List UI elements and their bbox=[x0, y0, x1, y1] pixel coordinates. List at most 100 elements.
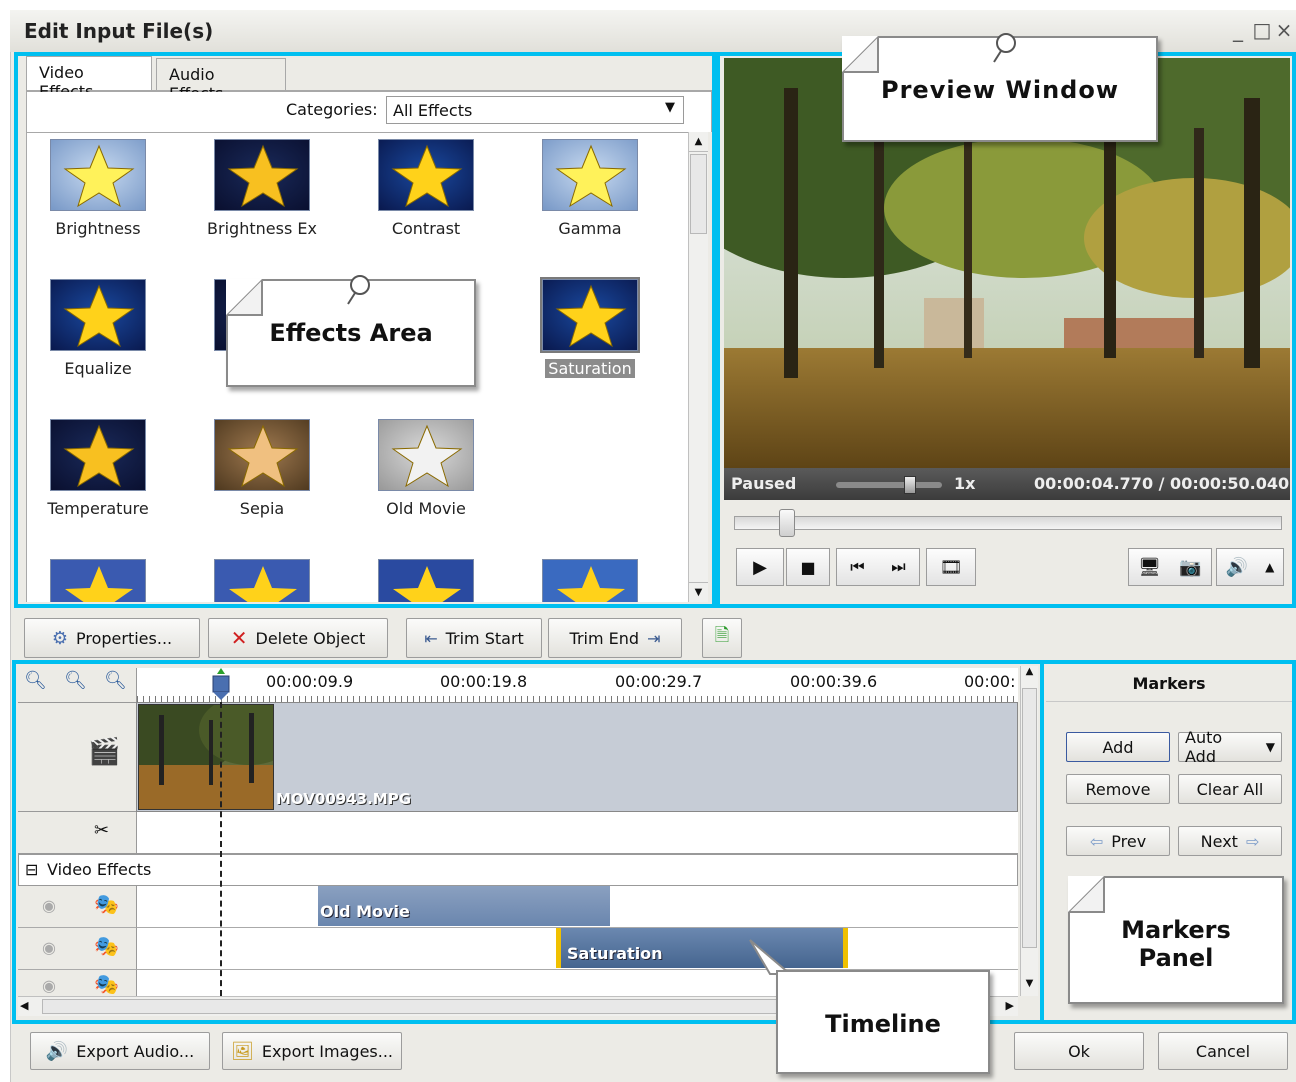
camera-snapshot-icon[interactable]: 📷 bbox=[1179, 557, 1201, 578]
speaker-icon: 🔊 bbox=[1225, 556, 1248, 578]
tab-audio-effects[interactable]: Audio Effects bbox=[156, 58, 286, 103]
split-clip-button[interactable]: 🎞 bbox=[926, 548, 976, 586]
export-images-button[interactable]: 🖼 Export Images... bbox=[222, 1032, 402, 1070]
effect-item[interactable]: Saturation bbox=[523, 277, 657, 378]
scroll-up-icon[interactable]: ▲ bbox=[1021, 666, 1038, 684]
scroll-thumb[interactable] bbox=[690, 154, 707, 234]
delete-object-button[interactable]: ✕ Delete Object bbox=[208, 618, 388, 658]
effect-thumbnail[interactable] bbox=[542, 559, 638, 602]
next-frame-icon[interactable]: ⏭ bbox=[891, 557, 905, 577]
eye-icon[interactable]: ◉ bbox=[42, 938, 56, 957]
effect-label-text: Contrast bbox=[391, 219, 461, 238]
scroll-left-icon[interactable]: ◀ bbox=[20, 999, 28, 1012]
audio-track-lane[interactable] bbox=[136, 812, 1018, 854]
export-audio-icon: 🔊 bbox=[45, 1040, 69, 1062]
scroll-down-icon[interactable]: ▼ bbox=[689, 582, 708, 602]
scroll-up-icon[interactable]: ▲ bbox=[689, 132, 708, 152]
auto-add-label: Auto Add bbox=[1185, 728, 1223, 766]
playhead-marker[interactable] bbox=[208, 666, 234, 702]
old-movie-effect-clip[interactable]: Old Movie bbox=[318, 886, 610, 926]
callout-folded-corner bbox=[226, 279, 263, 316]
saturation-effect-clip[interactable]: Saturation bbox=[556, 928, 848, 968]
effect-thumbnail[interactable] bbox=[378, 559, 474, 602]
minimize-button[interactable]: _ bbox=[1228, 18, 1248, 42]
effect-item[interactable]: Gamma bbox=[523, 139, 657, 238]
stop-icon: ■ bbox=[800, 557, 816, 577]
zoom-in-icon[interactable]: 🔍︎ bbox=[24, 670, 47, 691]
play-icon: ▶ bbox=[753, 556, 767, 578]
video-track-header: 🎬 bbox=[18, 702, 136, 812]
arrow-right-icon: ⇨ bbox=[1245, 831, 1260, 851]
pin-icon bbox=[993, 33, 1016, 63]
collapse-icon[interactable]: ⊟ bbox=[25, 860, 38, 879]
eye-icon[interactable]: ◉ bbox=[42, 896, 56, 915]
prev-marker-button[interactable]: ⇦ Prev bbox=[1066, 826, 1170, 856]
next-label: Next bbox=[1200, 831, 1238, 851]
effect-item[interactable]: Contrast bbox=[359, 139, 493, 238]
effect-thumbnail bbox=[540, 277, 640, 353]
effect-item[interactable]: Brightness bbox=[31, 139, 165, 238]
film-split-icon: 🎞 bbox=[939, 556, 963, 578]
seek-bar[interactable] bbox=[734, 509, 1282, 537]
seek-thumb[interactable] bbox=[779, 509, 796, 537]
effect-item[interactable]: Old Movie bbox=[359, 419, 493, 518]
clear-all-markers-button[interactable]: Clear All bbox=[1178, 774, 1282, 804]
trim-end-button[interactable]: Trim End ⇥ bbox=[548, 618, 682, 658]
volume-control[interactable]: 🔊 ▲ bbox=[1216, 548, 1284, 586]
categories-dropdown[interactable]: All Effects ▼ bbox=[386, 96, 684, 124]
effect-item[interactable]: Sepia bbox=[195, 419, 329, 518]
markers-callout-line2: Panel bbox=[1138, 944, 1214, 972]
time-readout: 00:00:04.770 / 00:00:50.040 bbox=[1034, 474, 1290, 493]
effect-icon: 🎭 bbox=[94, 892, 119, 916]
trim-end-label: Trim End bbox=[569, 628, 640, 648]
effects-scrollbar[interactable]: ▲ ▼ bbox=[688, 132, 708, 602]
video-effects-group-row[interactable]: ⊟ Video Effects bbox=[18, 854, 1018, 886]
tab-video-effects[interactable]: Video Effects bbox=[26, 56, 152, 101]
timeline-vertical-scrollbar[interactable]: ▲ ▼ bbox=[1020, 666, 1038, 996]
next-marker-button[interactable]: Next ⇨ bbox=[1178, 826, 1282, 856]
effect-label-text: Equalize bbox=[64, 359, 132, 378]
trim-end-icon: ⇥ bbox=[647, 628, 661, 648]
effect-label-text: Brightness bbox=[55, 219, 141, 238]
cancel-button[interactable]: Cancel bbox=[1158, 1032, 1288, 1070]
zoom-out-icon[interactable]: 🔍︎ bbox=[64, 670, 87, 691]
scroll-right-icon[interactable]: ▶ bbox=[1006, 999, 1014, 1012]
effect-thumbnail[interactable] bbox=[214, 559, 310, 602]
effect-item[interactable]: Equalize bbox=[31, 279, 165, 378]
export-audio-button[interactable]: 🔊 Export Audio... bbox=[30, 1032, 210, 1070]
categories-value: All Effects bbox=[393, 101, 473, 120]
scroll-thumb[interactable] bbox=[1022, 688, 1037, 948]
play-button[interactable]: ▶ bbox=[736, 548, 784, 586]
add-object-button[interactable]: 🗎 bbox=[702, 618, 742, 658]
trim-start-icon: ⇤ bbox=[424, 628, 438, 648]
maximize-button[interactable]: □ bbox=[1252, 18, 1272, 42]
monitor-icon[interactable]: 🖥 bbox=[1138, 557, 1161, 578]
scroll-thumb[interactable] bbox=[42, 999, 782, 1014]
zoom-fit-icon[interactable]: 🔍︎ bbox=[104, 670, 127, 691]
effect-label-text: Gamma bbox=[558, 219, 622, 238]
auto-add-dropdown[interactable]: Auto Add ▼ bbox=[1178, 728, 1282, 766]
eye-icon[interactable]: ◉ bbox=[42, 976, 56, 995]
effect-thumbnail[interactable] bbox=[50, 559, 146, 602]
effect-item[interactable]: Temperature bbox=[31, 419, 165, 518]
stop-button[interactable]: ■ bbox=[786, 548, 830, 586]
scroll-down-icon[interactable]: ▼ bbox=[1021, 978, 1038, 996]
add-marker-button[interactable]: Add bbox=[1066, 732, 1170, 762]
trim-start-button[interactable]: ⇤ Trim Start bbox=[406, 618, 542, 658]
effect-thumbnail bbox=[378, 419, 474, 491]
remove-marker-button[interactable]: Remove bbox=[1066, 774, 1170, 804]
add-page-icon: 🗎 bbox=[714, 625, 730, 646]
audio-split-icon: ✂ bbox=[94, 820, 110, 841]
clapperboard-icon: 🎬 bbox=[88, 737, 121, 767]
properties-button[interactable]: ⚙ Properties... bbox=[24, 618, 200, 658]
previous-frame-icon[interactable]: ⏮ bbox=[850, 557, 864, 577]
speed-slider[interactable] bbox=[836, 476, 942, 494]
speed-slider-thumb[interactable] bbox=[904, 476, 917, 494]
callout-folded-corner bbox=[842, 36, 879, 73]
video-clip-thumbnail[interactable] bbox=[138, 704, 274, 810]
frame-step-group: ⏮ ⏭ bbox=[836, 548, 920, 586]
ok-button[interactable]: Ok bbox=[1014, 1032, 1144, 1070]
close-button[interactable]: × bbox=[1274, 18, 1294, 42]
video-effects-group-label: Video Effects bbox=[47, 860, 152, 879]
effect-item[interactable]: Brightness Ex bbox=[195, 139, 329, 238]
